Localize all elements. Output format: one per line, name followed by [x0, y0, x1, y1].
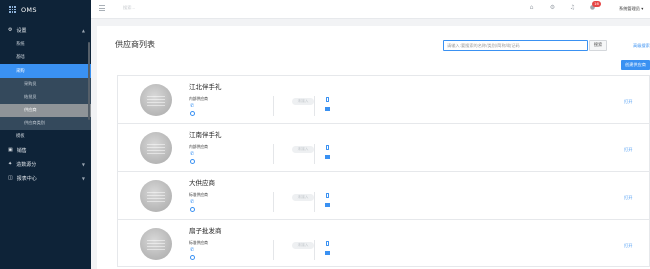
chart-icon: ◫ — [8, 175, 13, 181]
open-link[interactable]: 打开 — [624, 147, 632, 153]
menu-group-sales[interactable]: ▣ 销售 — [0, 143, 91, 157]
supplier-row[interactable]: 大供应商 标准供应商 ✆ 未接入 打开 — [117, 171, 650, 219]
mobile-icon — [326, 97, 329, 102]
supplier-row[interactable]: 江北伴手礼 内部供应商 ✆ 未接入 打开 — [117, 75, 650, 123]
mobile-icon — [326, 145, 329, 150]
menu-group-reports[interactable]: ◫ 报表中心 ▼ — [0, 171, 91, 185]
status-badge: 未接入 — [292, 194, 314, 201]
phone-icon: ✆ — [190, 151, 195, 157]
menu-group-settings[interactable]: ⚙ 设置 ▲ — [0, 23, 91, 37]
open-link[interactable]: 打开 — [624, 243, 632, 249]
sync-icon — [190, 255, 195, 260]
gear-icon[interactable]: ⚙ — [549, 4, 556, 11]
brand[interactable]: OMS — [0, 0, 91, 19]
supplier-avatar — [140, 84, 172, 116]
topbar: 搜索... ⌂ ⚙ ♫ ● 16 系统管理员 ▾ — [91, 0, 650, 19]
divider — [273, 192, 274, 212]
main-content: 供应商列表 请输入:要搜索的名称/类别/简称/助记码 搜索 高级搜索 创建供应商… — [97, 26, 650, 269]
divider — [314, 144, 315, 164]
mail-icon — [325, 251, 330, 255]
sidebar: OMS ⚙ 设置 ▲ 系统 基础 采购 采购员 结批员 供应商 供应商类别 模板… — [0, 0, 91, 269]
notification-badge: 16 — [592, 1, 601, 7]
sync-icon — [190, 207, 195, 212]
supplier-type: 标准供应商 — [189, 192, 208, 197]
divider — [314, 240, 315, 260]
supplier-type: 标准供应商 — [189, 240, 208, 245]
menu-group-label: 销售 — [16, 147, 27, 154]
phone-icon: ✆ — [190, 103, 195, 109]
chevron-up-icon: ▲ — [81, 27, 85, 33]
sidebar-item-buyer[interactable]: 采购员 — [0, 77, 91, 91]
supplier-list: 江北伴手礼 内部供应商 ✆ 未接入 打开 江南伴手礼 内部供应商 ✆ 未接入 打… — [117, 75, 650, 267]
advanced-search-link[interactable]: 高级搜索 — [633, 43, 650, 49]
apps-grid-icon — [9, 6, 16, 13]
supplier-type: 内部供应商 — [189, 144, 208, 149]
menu-group-label: 设置 — [16, 27, 27, 34]
mail-icon — [325, 155, 330, 159]
mail-icon — [325, 203, 330, 207]
divider — [314, 192, 315, 212]
supplier-avatar — [140, 132, 172, 164]
gear-icon: ⚙ — [8, 27, 13, 33]
supplier-avatar — [140, 180, 172, 212]
open-link[interactable]: 打开 — [624, 99, 632, 105]
sidebar-scrollbar[interactable] — [88, 42, 90, 120]
mail-icon — [325, 107, 330, 111]
divider — [273, 144, 274, 164]
divider — [314, 96, 315, 116]
open-link[interactable]: 打开 — [624, 195, 632, 201]
supplier-search-input[interactable]: 请输入:要搜索的名称/类别/简称/助记码 — [443, 40, 588, 51]
menu-group-source[interactable]: ✦ 造数源分 ▼ — [0, 157, 91, 171]
page-title: 供应商列表 — [115, 40, 155, 49]
bell-icon[interactable]: ♫ — [569, 4, 576, 11]
sidebar-item-supplier-category[interactable]: 供应商类别 — [0, 116, 91, 130]
chevron-down-icon: ▼ — [81, 161, 85, 167]
menu-toggle-icon[interactable] — [99, 5, 105, 11]
sync-icon — [190, 111, 195, 116]
sidebar-item-basic[interactable]: 基础 — [0, 51, 91, 65]
supplier-name: 扇子批发商 — [189, 227, 222, 235]
shop-icon: ▣ — [8, 147, 13, 153]
home-icon[interactable]: ⌂ — [528, 4, 535, 11]
global-search-input[interactable]: 搜索... — [123, 5, 135, 11]
divider — [273, 96, 274, 116]
sidebar-item-template[interactable]: 模板 — [0, 130, 91, 144]
app-name: OMS — [21, 5, 37, 14]
status-badge: 未接入 — [292, 146, 314, 153]
sidebar-item-batcher[interactable]: 结批员 — [0, 90, 91, 104]
mobile-icon — [326, 241, 329, 246]
mobile-icon — [326, 193, 329, 198]
supplier-name: 大供应商 — [189, 179, 215, 187]
supplier-type: 内部供应商 — [189, 96, 208, 101]
status-badge: 未接入 — [292, 98, 314, 105]
sidebar-item-supplier[interactable]: 供应商 — [0, 103, 91, 117]
create-supplier-button[interactable]: 创建供应商 — [621, 60, 650, 70]
supplier-name: 江南伴手礼 — [189, 131, 222, 139]
sync-icon — [190, 159, 195, 164]
divider — [273, 240, 274, 260]
menu-group-label: 造数源分 — [16, 161, 37, 168]
chevron-down-icon: ▼ — [81, 175, 85, 181]
user-menu[interactable]: 系统管理员 ▾ — [619, 6, 643, 12]
sidebar-item-system[interactable]: 系统 — [0, 37, 91, 51]
search-button[interactable]: 搜索 — [589, 40, 607, 51]
phone-icon: ✆ — [190, 199, 195, 205]
supplier-row[interactable]: 扇子批发商 标准供应商 ✆ 未接入 打开 — [117, 219, 650, 267]
phone-icon: ✆ — [190, 247, 195, 253]
star-icon: ✦ — [8, 161, 13, 167]
supplier-avatar — [140, 228, 172, 260]
supplier-name: 江北伴手礼 — [189, 83, 222, 91]
supplier-row[interactable]: 江南伴手礼 内部供应商 ✆ 未接入 打开 — [117, 123, 650, 171]
sidebar-item-purchase[interactable]: 采购 — [0, 64, 91, 78]
menu-group-label: 报表中心 — [16, 175, 37, 182]
status-badge: 未接入 — [292, 242, 314, 249]
